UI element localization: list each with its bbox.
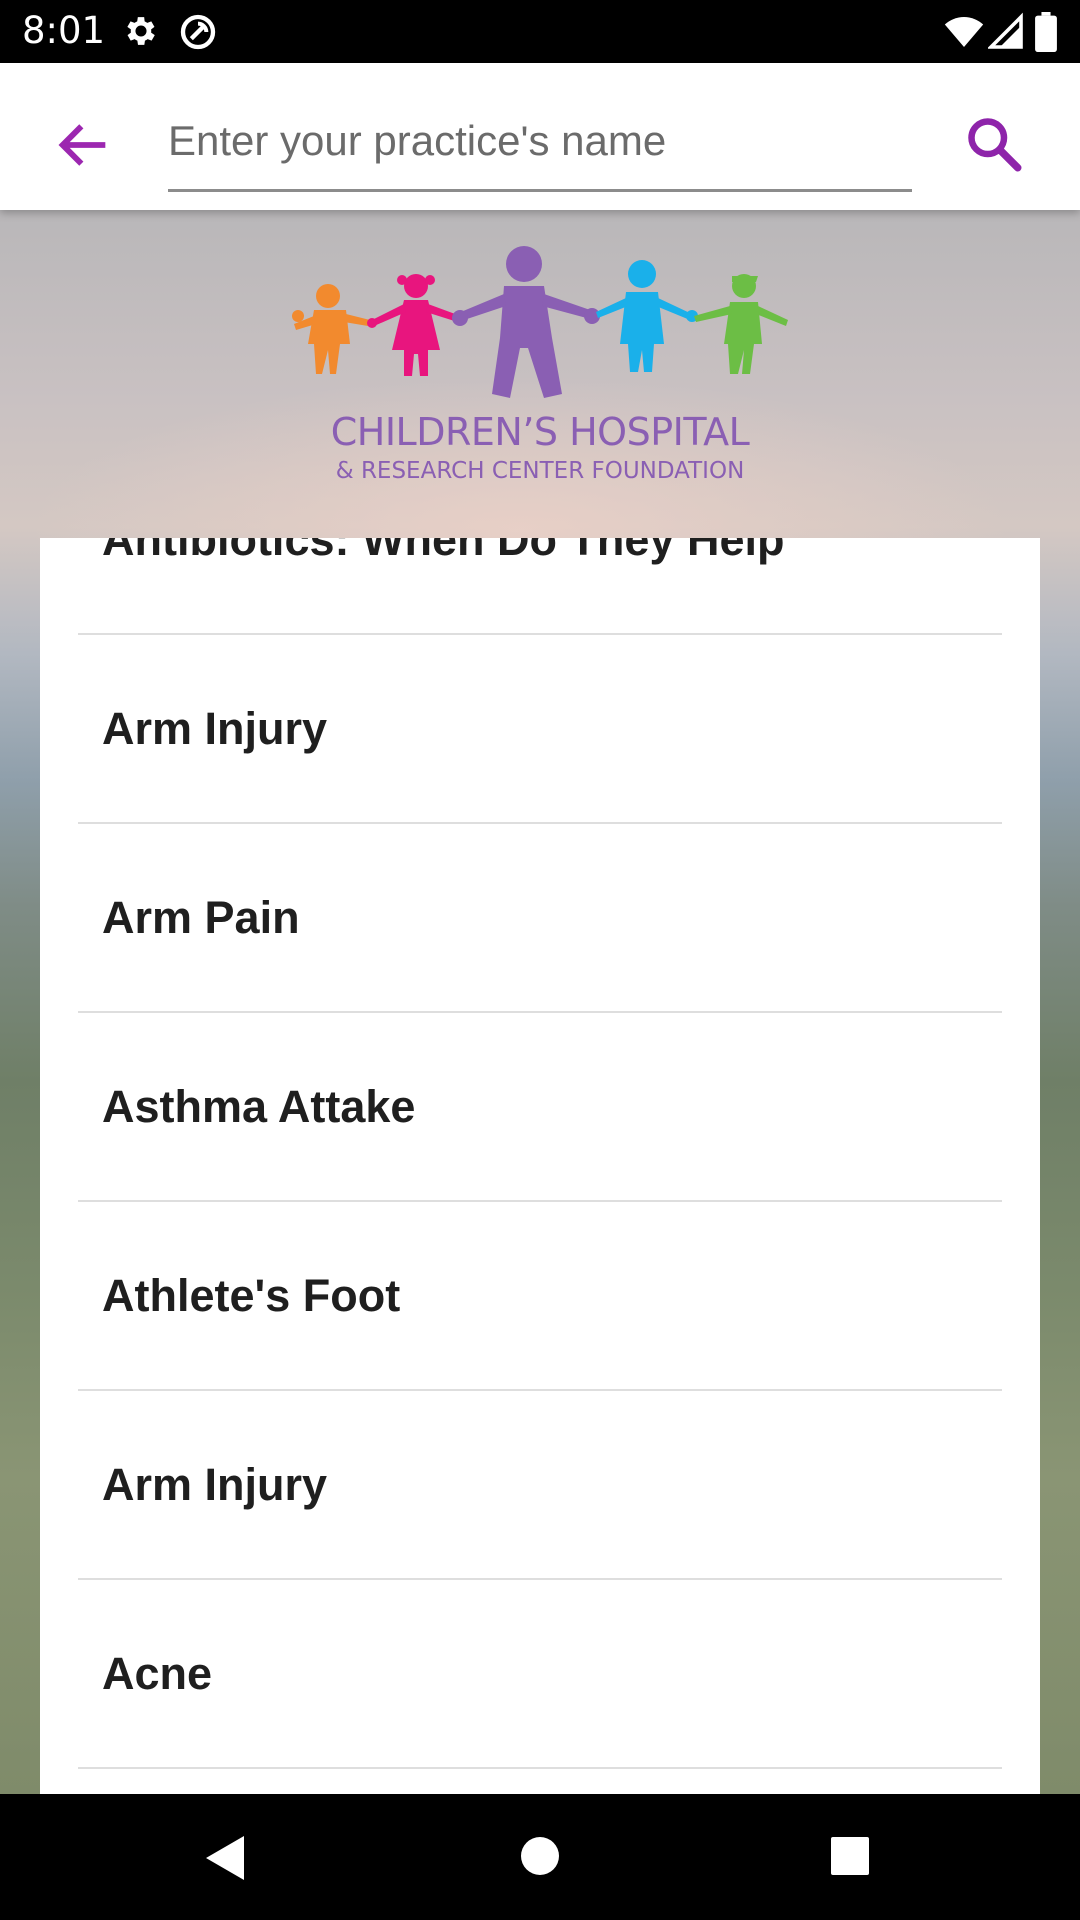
wifi-icon [944,17,984,47]
navigation-bar [0,1794,1080,1920]
list-item-label: Asthma Attake [102,1081,416,1132]
logo-subtitle: & RESEARCH CENTER FOUNDATION [335,458,745,484]
data-saver-icon [180,14,216,50]
list-item-label: Acne [102,1648,213,1699]
practice-search-input[interactable] [168,93,912,192]
list-item-label: Athlete's Foot [102,1270,401,1321]
topic-list: Antibiotics: When Do They Help Arm Injur… [40,538,1040,1794]
list-item[interactable]: Acne [78,1580,1002,1769]
children-holding-hands-logo-icon [292,246,788,398]
nav-back-icon[interactable] [204,1834,248,1882]
logo-title: CHILDREN’S HOSPITAL [330,410,750,454]
nav-home-icon[interactable] [520,1836,560,1876]
list-item[interactable]: Asthma Attake [78,1013,1002,1202]
app-bar [0,63,1080,210]
list-item[interactable]: Arm Injury [78,635,1002,824]
list-item-label: Arm Pain [102,892,300,943]
list-item-label: Arm Injury [102,1459,328,1510]
foundation-logo: CHILDREN’S HOSPITAL & RESEARCH CENTER FO… [288,246,792,486]
list-item[interactable]: Arm Pain [78,824,1002,1013]
nav-recents-icon[interactable] [830,1836,870,1876]
list-item-label: Antibiotics: When Do They Help [102,538,785,565]
cell-signal-icon [988,12,1023,49]
settings-icon [127,17,155,45]
list-item[interactable]: Arm Injury [78,1391,1002,1580]
status-bar: 8:01 [0,0,1080,63]
status-time: 8:01 [22,9,106,52]
list-item[interactable]: Antibiotics: When Do They Help [78,538,1002,635]
back-arrow-icon[interactable] [52,113,116,177]
list-item[interactable] [78,1769,1002,1794]
list-item-label: Arm Injury [102,703,328,754]
search-icon[interactable] [964,112,1024,176]
list-item[interactable]: Athlete's Foot [78,1202,1002,1391]
battery-icon [1035,12,1057,52]
